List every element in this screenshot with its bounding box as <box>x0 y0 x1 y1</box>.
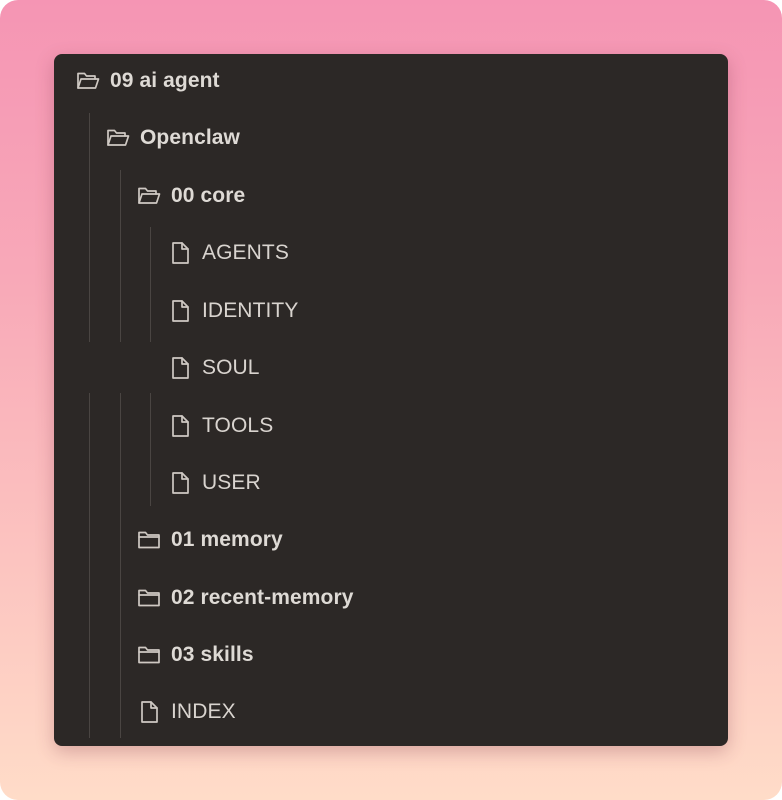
file-icon <box>168 414 192 438</box>
folder-closed-icon <box>137 586 161 610</box>
tree-item-agents[interactable]: AGENTS <box>54 233 728 273</box>
tree-item-label: AGENTS <box>202 241 289 264</box>
folder-closed-icon <box>137 528 161 552</box>
folder-closed-icon <box>137 643 161 667</box>
file-icon <box>168 299 192 323</box>
tree-item-label: INDEX <box>171 700 236 723</box>
tree-item-label: Openclaw <box>140 126 240 149</box>
folder-open-icon <box>76 69 100 93</box>
tree-item-label: TOOLS <box>202 414 274 437</box>
tree-item-00-core[interactable]: 00 core <box>54 176 728 216</box>
tree-item-label: 00 core <box>171 184 246 207</box>
file-icon <box>168 471 192 495</box>
tree-item-openclaw[interactable]: Openclaw <box>54 118 728 158</box>
tree-item-01-memory[interactable]: 01 memory <box>54 520 728 560</box>
tree-item-09-ai-agent[interactable]: 09 ai agent <box>54 61 728 101</box>
tree-item-tools[interactable]: TOOLS <box>54 406 728 446</box>
folder-open-icon <box>137 184 161 208</box>
tree-item-identity[interactable]: IDENTITY <box>54 291 728 331</box>
tree-item-label: 03 skills <box>171 643 254 666</box>
tree-item-03-skills[interactable]: 03 skills <box>54 635 728 675</box>
tree-item-label: 02 recent-memory <box>171 586 354 609</box>
tree-item-label: SOUL <box>202 356 260 379</box>
tree-item-label: USER <box>202 471 261 494</box>
tree-item-label: 01 memory <box>171 528 283 551</box>
file-icon <box>168 241 192 265</box>
file-icon <box>168 356 192 380</box>
tree-item-soul[interactable]: SOUL <box>54 348 728 388</box>
tree-item-user[interactable]: USER <box>54 463 728 503</box>
file-tree-panel: 09 ai agent Openclaw 00 core AGENTS IDEN… <box>54 54 728 746</box>
tree-item-index[interactable]: INDEX <box>54 692 728 732</box>
tree-item-label: IDENTITY <box>202 299 299 322</box>
tree-item-label: 09 ai agent <box>110 69 220 92</box>
file-icon <box>137 700 161 724</box>
tree-item-02-recent-memory[interactable]: 02 recent-memory <box>54 578 728 618</box>
folder-open-icon <box>106 126 130 150</box>
